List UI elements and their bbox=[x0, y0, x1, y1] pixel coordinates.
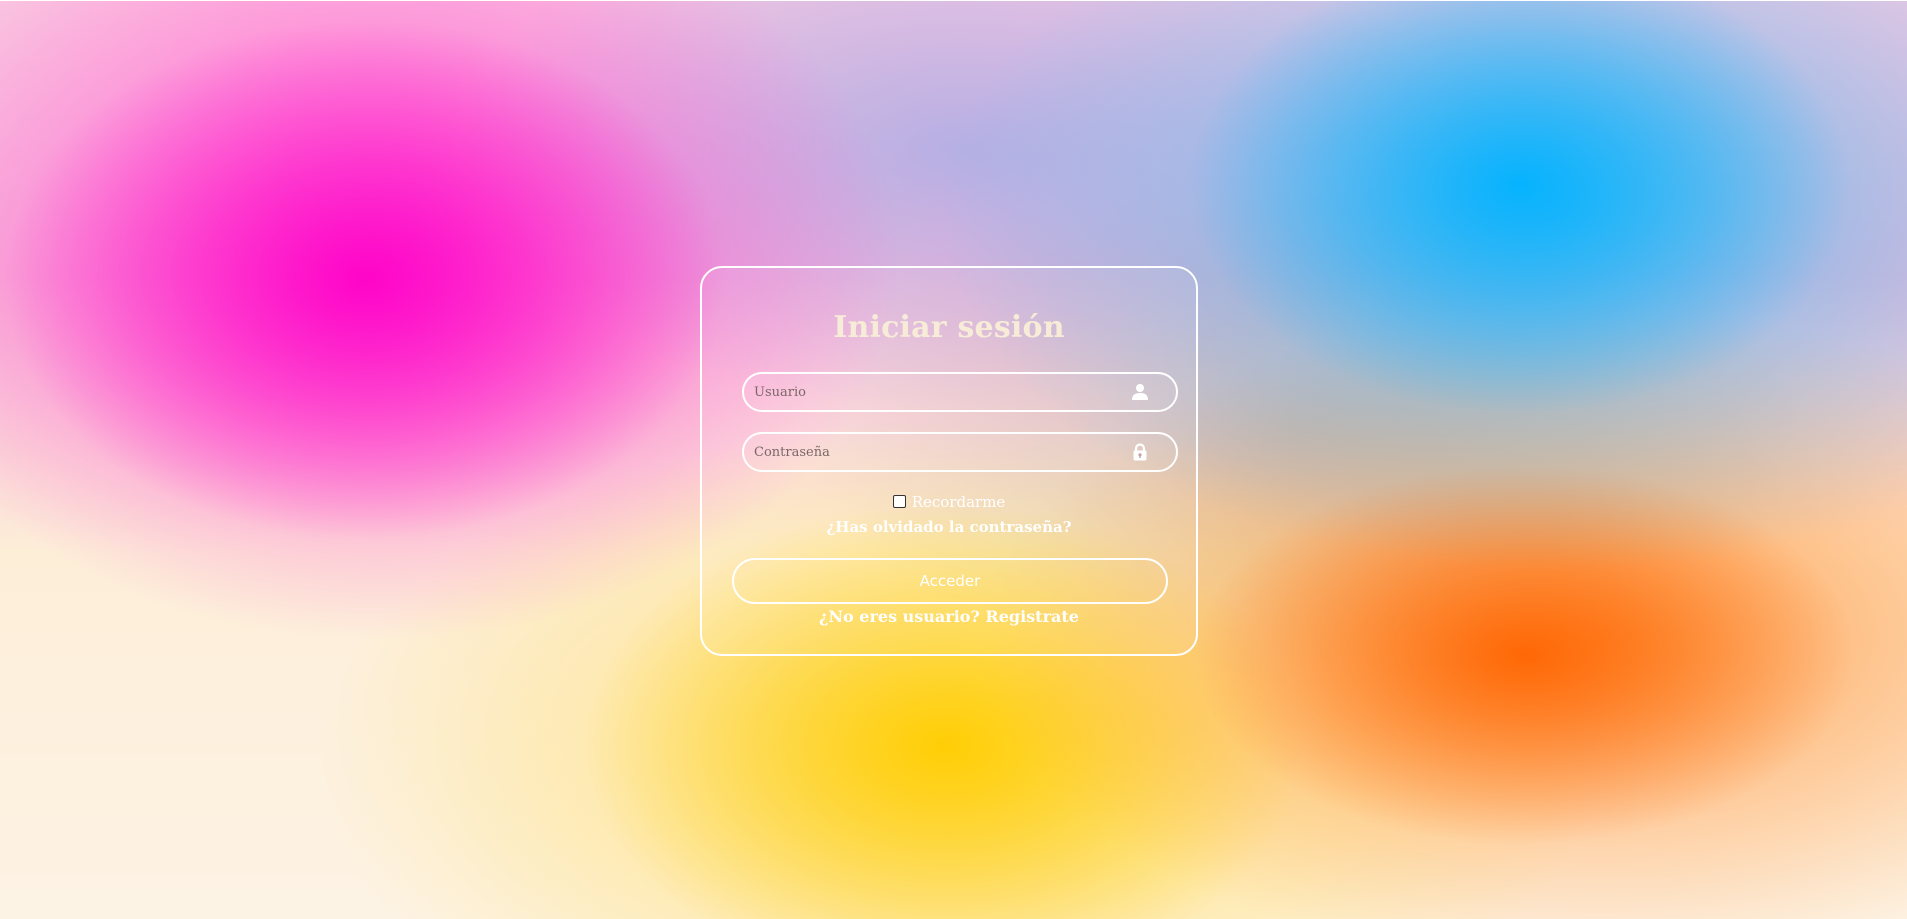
password-field bbox=[742, 432, 1178, 472]
password-input[interactable] bbox=[754, 434, 1114, 470]
login-card: Iniciar sesión Recordarme ¿Has olvidado … bbox=[700, 266, 1198, 656]
username-field bbox=[742, 372, 1178, 412]
remember-label: Recordarme bbox=[911, 493, 1006, 511]
user-icon bbox=[1132, 384, 1148, 400]
login-title: Iniciar sesión bbox=[833, 310, 1065, 345]
login-button[interactable]: Acceder bbox=[732, 558, 1168, 604]
top-edge-line bbox=[0, 0, 1907, 1]
username-input[interactable] bbox=[754, 374, 1114, 410]
forgot-password-link[interactable]: ¿Has olvidado la contraseña? bbox=[702, 518, 1196, 536]
remember-checkbox[interactable] bbox=[892, 495, 906, 508]
remember-me[interactable]: Recordarme bbox=[702, 493, 1196, 511]
lock-icon bbox=[1133, 443, 1147, 461]
register-link[interactable]: ¿No eres usuario? Registrate bbox=[702, 607, 1196, 626]
